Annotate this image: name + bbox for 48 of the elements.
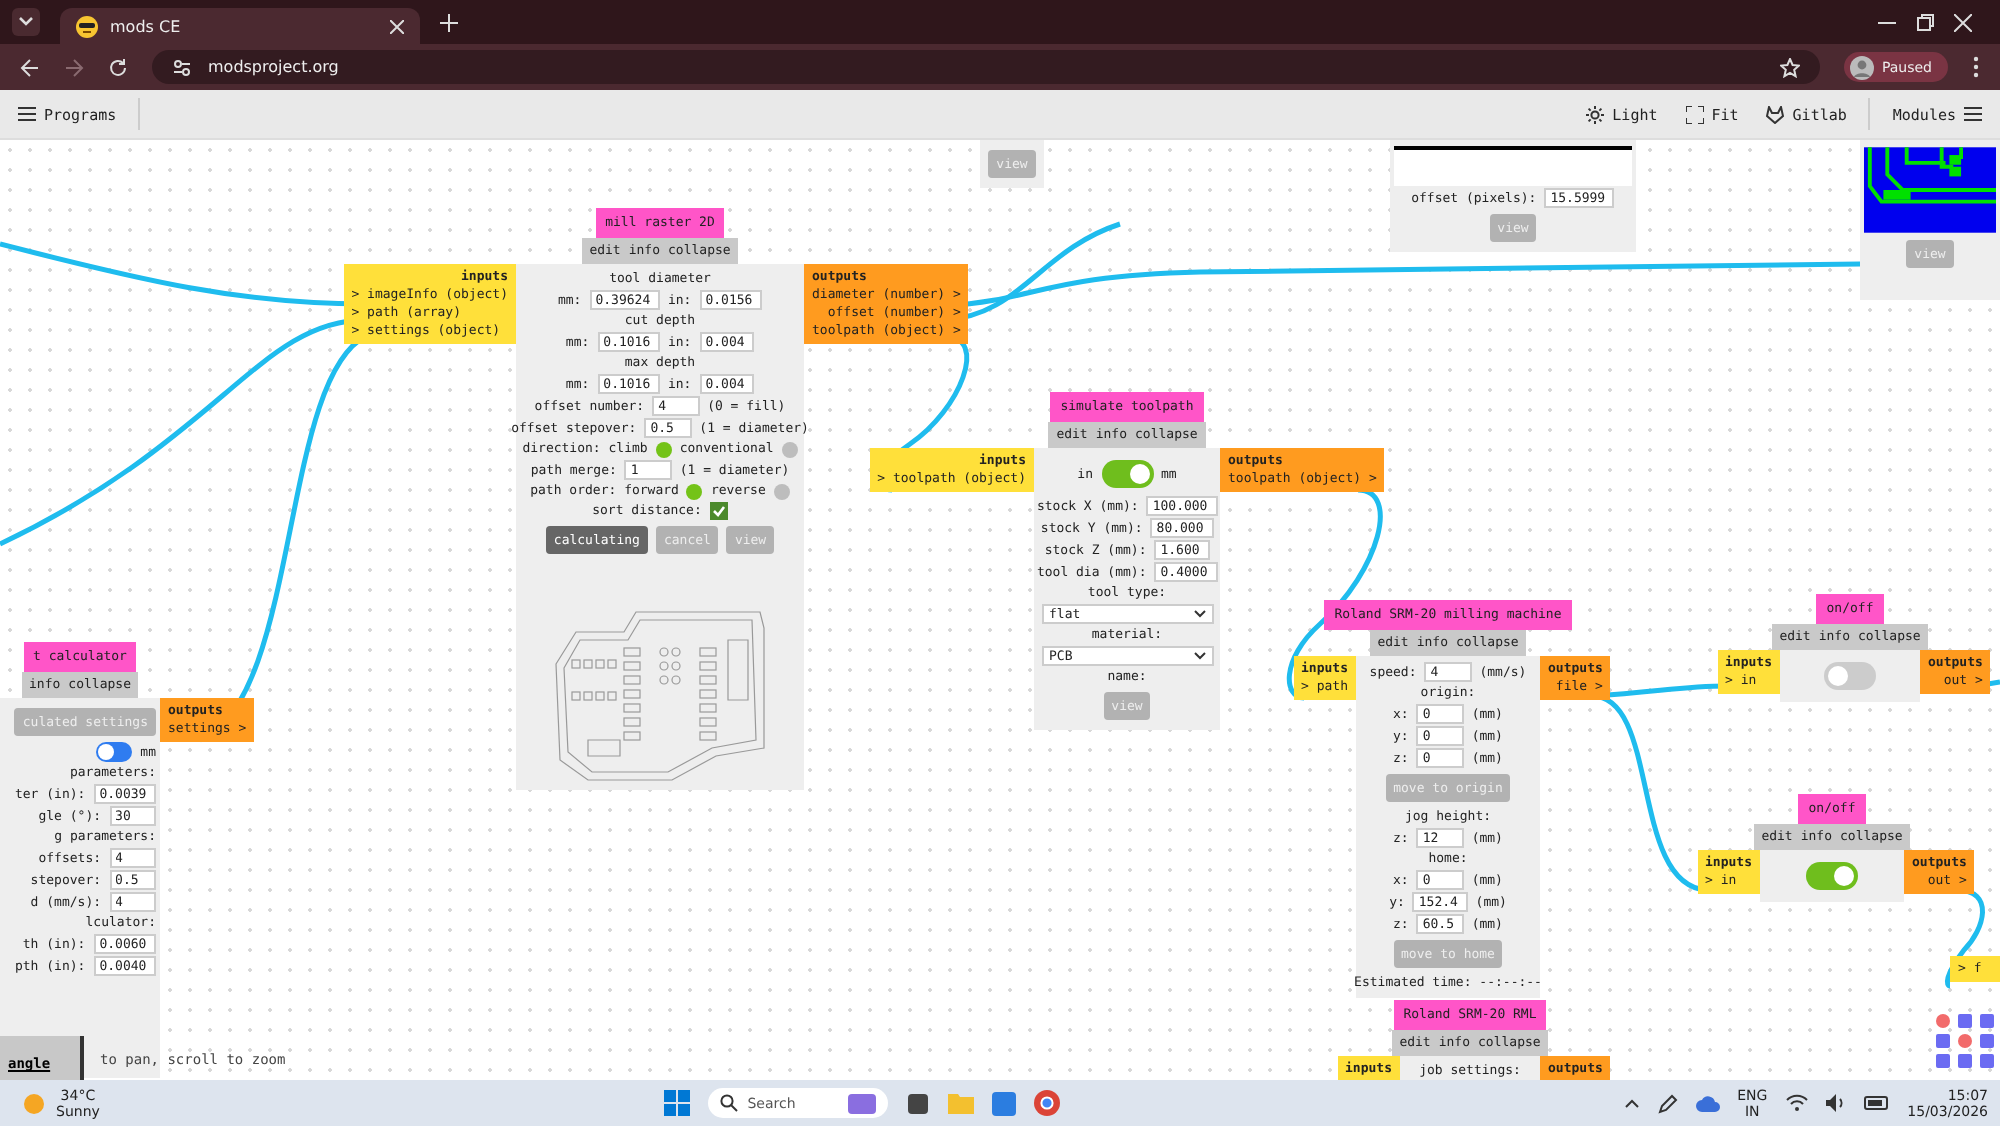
forward-icon[interactable]: [64, 57, 84, 77]
chevron-down-icon: [1193, 652, 1205, 660]
checkbox[interactable]: [709, 502, 728, 520]
menu-icon: [1964, 106, 1982, 122]
url-text: modsproject.org: [208, 58, 339, 76]
chevron-down-icon: [18, 16, 34, 28]
tab-list-button[interactable]: [12, 8, 40, 36]
back-icon[interactable]: [20, 57, 40, 77]
task-view-icon[interactable]: [905, 1091, 930, 1115]
radio-button[interactable]: [686, 483, 703, 499]
close-icon[interactable]: [390, 19, 404, 33]
windows-start-icon[interactable]: [663, 1090, 690, 1116]
browser-icon[interactable]: [1033, 1090, 1060, 1116]
tab-title: mods CE: [110, 17, 183, 35]
radio-button[interactable]: [655, 441, 672, 457]
wifi-icon[interactable]: [1785, 1094, 1808, 1112]
sun-icon: [1586, 105, 1605, 123]
new-tab-icon[interactable]: [440, 13, 458, 31]
battery-icon[interactable]: [1863, 1096, 1890, 1110]
browser-tab[interactable]: mods CE: [60, 8, 420, 44]
reload-icon[interactable]: [108, 57, 128, 77]
cloud-icon[interactable]: [1695, 1095, 1720, 1111]
pen-icon[interactable]: [1657, 1093, 1678, 1113]
circuit-board-image: [1864, 146, 1996, 234]
apps-grid-icon[interactable]: [1936, 1014, 1996, 1070]
search-icon: [719, 1094, 738, 1112]
menu-icon: [18, 106, 36, 122]
radio-button[interactable]: [781, 441, 798, 457]
picture-icon: [847, 1093, 876, 1113]
store-icon[interactable]: [991, 1091, 1016, 1115]
address-bar[interactable]: modsproject.org: [152, 50, 1820, 84]
fox-logo-icon: [1766, 105, 1785, 123]
restore-icon[interactable]: [1916, 13, 1934, 31]
toggle-switch[interactable]: [1824, 662, 1876, 690]
chevron-up-icon[interactable]: [1623, 1098, 1640, 1108]
emoji-icon: [76, 15, 98, 37]
fit-icon: [1685, 105, 1704, 123]
speaker-icon[interactable]: [1825, 1094, 1846, 1112]
close-icon[interactable]: [1954, 13, 1972, 31]
more-menu-icon[interactable]: [1972, 56, 1980, 78]
unit-switch[interactable]: [96, 742, 133, 762]
radio-button[interactable]: [773, 483, 790, 499]
star-icon[interactable]: [1779, 57, 1800, 77]
chevron-down-icon: [1193, 610, 1205, 618]
toggle-switch[interactable]: [1101, 460, 1153, 488]
toggle-switch[interactable]: [1806, 862, 1858, 890]
avatar-icon: [1849, 55, 1874, 79]
site-info-icon[interactable]: [172, 57, 192, 77]
